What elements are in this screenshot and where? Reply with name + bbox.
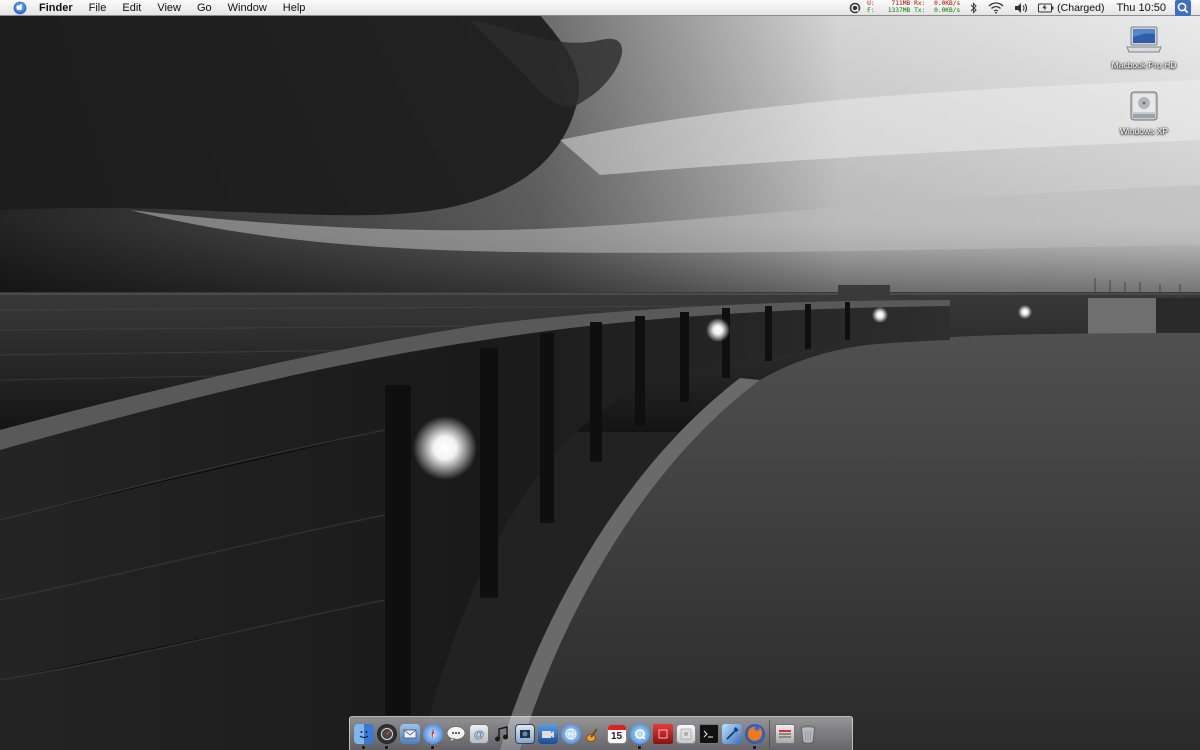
- dock-ical[interactable]: 15: [605, 719, 628, 749]
- menu-window[interactable]: Window: [220, 0, 275, 16]
- photobooth-icon: [652, 723, 673, 744]
- mail-icon: [399, 723, 420, 744]
- menu-view[interactable]: View: [149, 0, 189, 16]
- dock-iweb[interactable]: [559, 719, 582, 749]
- iphoto-icon: [514, 723, 535, 744]
- imovie-icon: [537, 723, 558, 744]
- battery-icon: [1038, 3, 1054, 12]
- dock-itunes[interactable]: [490, 719, 513, 749]
- apple-menu-icon[interactable]: [13, 1, 27, 15]
- menu-help[interactable]: Help: [275, 0, 314, 16]
- menu-edit[interactable]: Edit: [114, 0, 149, 16]
- running-indicator: [385, 745, 388, 749]
- dock: @ 15: [349, 716, 853, 750]
- dock-imovie[interactable]: [536, 719, 559, 749]
- dock-dashboard[interactable]: [375, 719, 398, 749]
- dock-firefox[interactable]: [743, 719, 766, 749]
- desktop-icon-windows-xp[interactable]: Windows XP: [1102, 88, 1186, 136]
- ichat-icon: [446, 724, 466, 744]
- dashboard-icon: [376, 723, 397, 744]
- tx-label: Tx:: [914, 6, 926, 14]
- trash-icon: [798, 724, 818, 744]
- finder-icon: [353, 723, 374, 744]
- dock-garageband[interactable]: [582, 719, 605, 749]
- system-preferences-icon: [774, 723, 795, 744]
- desktop-icon-label: Windows XP: [1119, 126, 1169, 136]
- svg-text:@: @: [473, 729, 484, 741]
- dock-quicktime[interactable]: [628, 719, 651, 749]
- preview-icon: [675, 723, 696, 744]
- menu-file[interactable]: File: [81, 0, 115, 16]
- hard-drive-icon: [1124, 88, 1164, 124]
- quicksilver-icon[interactable]: [849, 0, 861, 16]
- safari-icon: [422, 723, 443, 744]
- desktop-wallpaper: [0, 0, 1200, 750]
- menu-finder[interactable]: Finder: [35, 0, 81, 16]
- laptop-icon: [1124, 22, 1164, 58]
- tx-value: 0.0KB/s: [934, 6, 961, 14]
- dock-iphoto[interactable]: [513, 719, 536, 749]
- dock-photobooth[interactable]: [651, 719, 674, 749]
- bluetooth-icon[interactable]: [970, 0, 978, 16]
- desktop-icon-macbook-hd[interactable]: Macbook Pro HD: [1102, 22, 1186, 70]
- address-book-icon: @: [468, 723, 489, 744]
- dock-finder[interactable]: [352, 719, 375, 749]
- dock-mail[interactable]: [398, 719, 421, 749]
- network-memory-monitor[interactable]: U: 711MB Rx: 0.0KB/s F: 1337MB Tx: 0.0KB…: [867, 0, 961, 14]
- wifi-icon[interactable]: [988, 0, 1004, 16]
- battery-status: (Charged): [1057, 1, 1105, 14]
- itunes-icon: [492, 724, 512, 744]
- xcode-icon: [721, 723, 742, 744]
- dock-xcode[interactable]: [720, 719, 743, 749]
- ical-icon: 15: [606, 723, 627, 744]
- volume-icon[interactable]: [1014, 0, 1028, 16]
- dock-trash[interactable]: [796, 719, 819, 749]
- terminal-icon: [698, 723, 719, 744]
- ical-day: 15: [610, 730, 623, 742]
- quicktime-icon: [629, 723, 650, 744]
- dock-safari[interactable]: [421, 719, 444, 749]
- menu-clock[interactable]: Thu 10:50: [1116, 2, 1166, 14]
- menu-bar: Finder File Edit View Go Window Help U: …: [0, 0, 1200, 16]
- desktop-icon-label: Macbook Pro HD: [1111, 60, 1177, 70]
- iweb-icon: [560, 723, 581, 744]
- running-indicator: [638, 745, 641, 749]
- memory-free-value: 1337MB: [887, 6, 911, 14]
- dock-separator: [769, 719, 770, 748]
- memory-free-key: F:: [867, 6, 875, 14]
- dock-terminal[interactable]: [697, 719, 720, 749]
- dock-system-preferences[interactable]: [773, 719, 796, 749]
- running-indicator: [362, 745, 365, 749]
- menu-go[interactable]: Go: [189, 0, 220, 16]
- firefox-icon: [744, 723, 765, 744]
- dock-ichat[interactable]: [444, 719, 467, 749]
- garageband-icon: [584, 724, 604, 744]
- dock-preview[interactable]: [674, 719, 697, 749]
- running-indicator: [431, 745, 434, 749]
- dock-address-book[interactable]: @: [467, 719, 490, 749]
- running-indicator: [753, 745, 756, 749]
- battery-menu[interactable]: (Charged): [1038, 0, 1104, 16]
- spotlight-icon[interactable]: [1174, 0, 1192, 16]
